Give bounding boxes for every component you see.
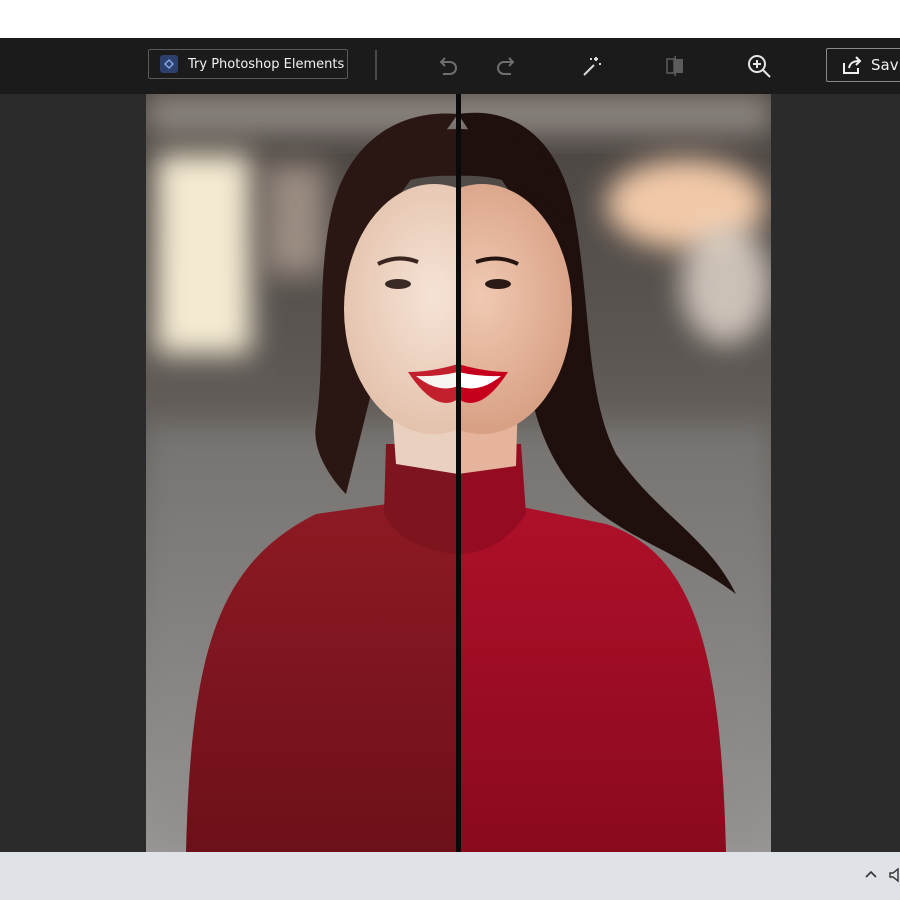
save-button[interactable]: Sav bbox=[826, 48, 900, 82]
undo-icon[interactable] bbox=[433, 52, 461, 80]
image-canvas bbox=[0, 94, 900, 852]
windows-taskbar bbox=[0, 852, 900, 900]
top-margin bbox=[0, 0, 900, 38]
compare-split-divider[interactable] bbox=[456, 94, 461, 852]
editor-toolbar: Try Photoshop Elements Sav bbox=[0, 38, 900, 94]
speaker-icon[interactable] bbox=[886, 866, 900, 884]
try-photoshop-elements-button[interactable]: Try Photoshop Elements bbox=[148, 49, 348, 79]
redo-icon[interactable] bbox=[493, 52, 521, 80]
photoshop-elements-logo-icon bbox=[158, 53, 180, 75]
share-save-icon bbox=[841, 54, 863, 76]
enhance-wand-icon[interactable] bbox=[578, 52, 606, 80]
try-photoshop-elements-label: Try Photoshop Elements bbox=[188, 56, 345, 72]
compare-icon[interactable] bbox=[661, 52, 689, 80]
zoom-in-icon[interactable] bbox=[745, 52, 773, 80]
chevron-up-icon[interactable] bbox=[862, 866, 880, 884]
save-label: Sav bbox=[871, 56, 899, 74]
toolbar-separator bbox=[375, 50, 377, 80]
